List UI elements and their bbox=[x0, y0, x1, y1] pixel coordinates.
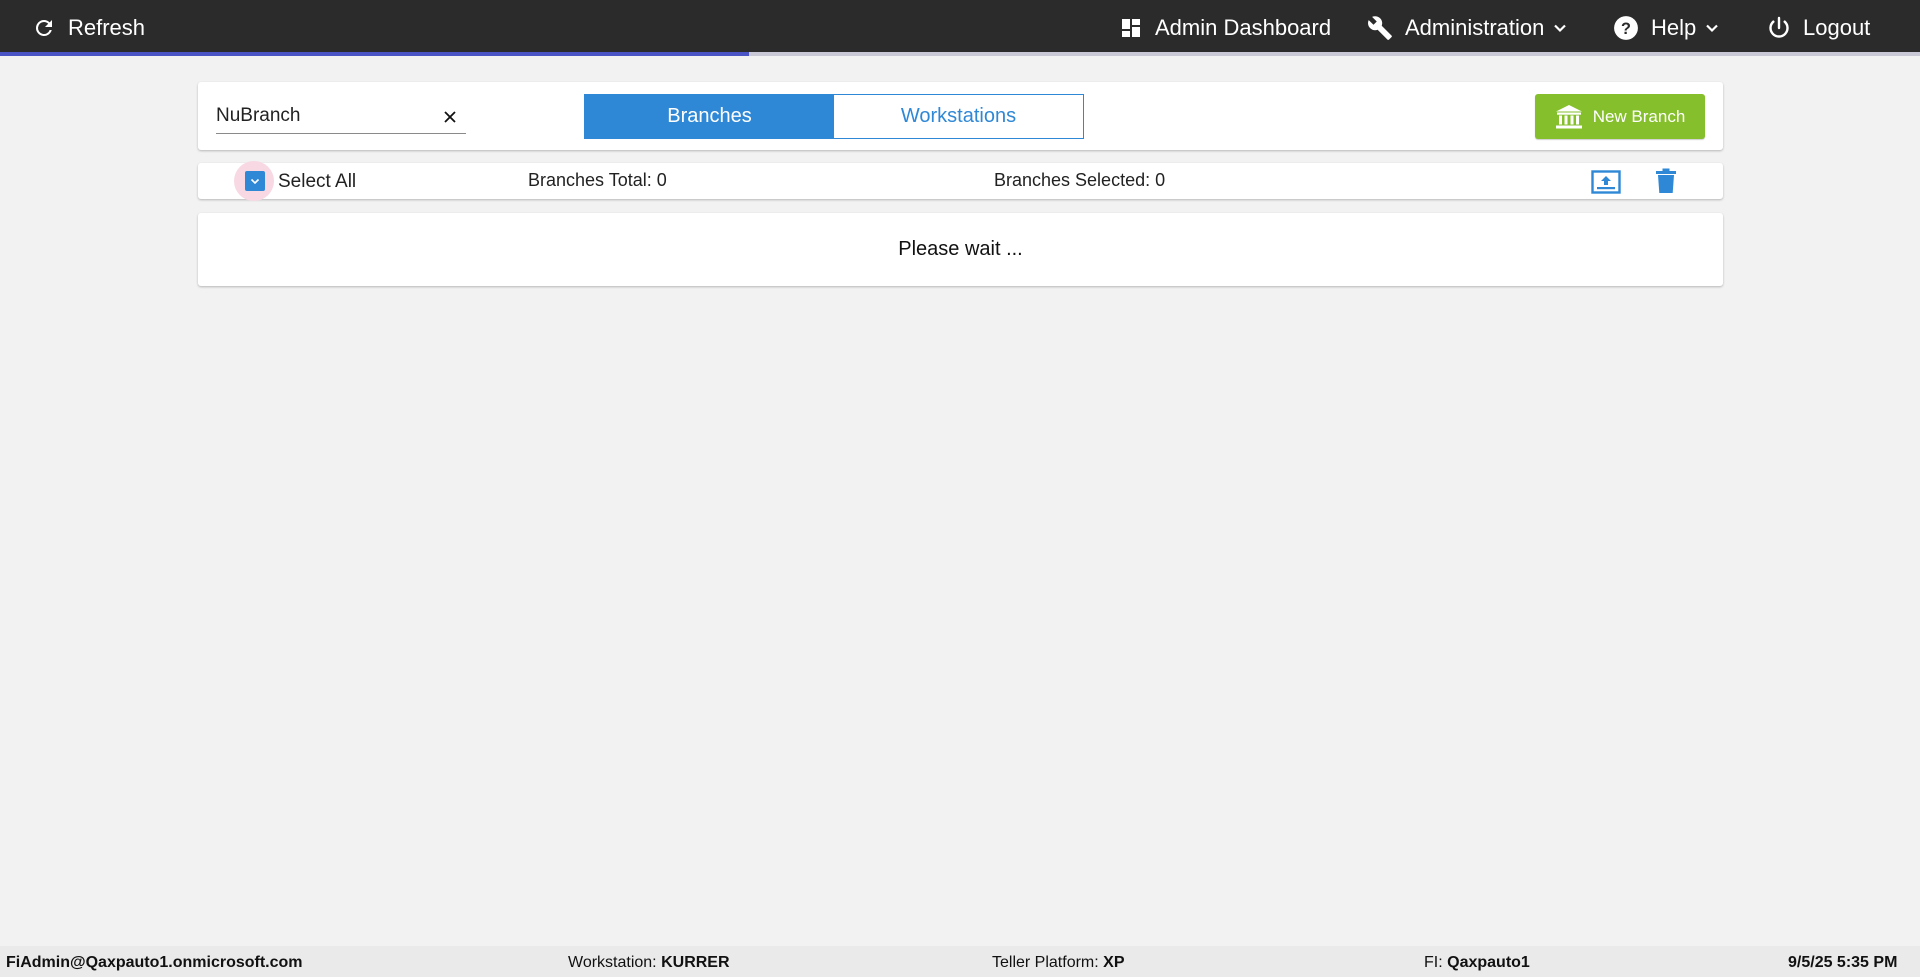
status-footer: FiAdmin@Qaxpauto1.onmicrosoft.com Workst… bbox=[0, 946, 1920, 977]
footer-fi-value: Qaxpauto1 bbox=[1447, 954, 1530, 971]
branches-selected-count: Branches Selected: 0 bbox=[994, 170, 1166, 190]
search-input[interactable] bbox=[216, 100, 436, 132]
footer-workstation-value: KURRER bbox=[661, 954, 730, 971]
bank-icon bbox=[1555, 104, 1583, 130]
admin-dashboard-link[interactable]: Admin Dashboard bbox=[1119, 0, 1331, 56]
power-icon bbox=[1767, 16, 1791, 40]
refresh-button[interactable]: Refresh bbox=[32, 0, 145, 56]
trash-icon[interactable] bbox=[1655, 168, 1677, 199]
branches-total-count: Branches Total: 0 bbox=[528, 170, 667, 190]
loading-message: Please wait ... bbox=[898, 238, 1023, 260]
wrench-icon bbox=[1367, 15, 1393, 41]
loading-progress-fill bbox=[0, 52, 749, 56]
footer-datetime: 9/5/25 5:35 PM bbox=[1788, 954, 1898, 971]
footer-workstation-label: Workstation: bbox=[568, 954, 657, 971]
footer-teller-platform-value: XP bbox=[1103, 954, 1125, 971]
footer-workstation: Workstation: KURRER bbox=[568, 954, 730, 972]
loading-progress-bar bbox=[0, 52, 1920, 56]
logout-label: Logout bbox=[1803, 15, 1871, 40]
search-field bbox=[216, 100, 466, 134]
selection-bar: Select All Branches Total: 0 Branches Se… bbox=[198, 161, 1723, 201]
new-branch-button[interactable]: New Branch bbox=[1535, 94, 1705, 139]
branch-workstation-tabs: Branches Workstations bbox=[584, 94, 1084, 139]
refresh-label: Refresh bbox=[68, 15, 146, 40]
branch-toolbar: Branches Workstations New Branch bbox=[198, 82, 1723, 150]
help-circle-icon: ? bbox=[1613, 15, 1639, 41]
refresh-icon bbox=[32, 16, 56, 40]
clear-search-icon[interactable] bbox=[442, 109, 458, 125]
footer-fi-label: FI: bbox=[1424, 954, 1443, 971]
chevron-down-icon bbox=[1704, 20, 1720, 36]
upload-icon[interactable] bbox=[1591, 170, 1621, 199]
logout-button[interactable]: Logout bbox=[1767, 0, 1870, 56]
chevron-down-icon bbox=[1552, 20, 1568, 36]
select-all-label[interactable]: Select All bbox=[278, 171, 356, 193]
top-navigation-bar: Refresh Admin Dashboard Administration ?… bbox=[0, 0, 1920, 56]
select-all-checkbox[interactable] bbox=[245, 171, 265, 191]
tab-workstations[interactable]: Workstations bbox=[834, 95, 1083, 138]
footer-user: FiAdmin@Qaxpauto1.onmicrosoft.com bbox=[6, 954, 303, 971]
footer-fi: FI: Qaxpauto1 bbox=[1424, 954, 1530, 972]
chevron-down-icon bbox=[250, 178, 260, 185]
footer-teller-platform-label: Teller Platform: bbox=[992, 954, 1099, 971]
help-label: Help bbox=[1651, 15, 1697, 40]
admin-dashboard-label: Admin Dashboard bbox=[1155, 15, 1332, 40]
footer-teller-platform: Teller Platform: XP bbox=[992, 954, 1125, 972]
administration-label: Administration bbox=[1405, 15, 1545, 40]
results-panel: Please wait ... bbox=[198, 213, 1723, 286]
help-menu[interactable]: ? Help bbox=[1613, 0, 1720, 56]
new-branch-label: New Branch bbox=[1592, 106, 1686, 126]
svg-text:?: ? bbox=[1621, 20, 1631, 38]
tab-branches[interactable]: Branches bbox=[585, 95, 834, 138]
administration-menu[interactable]: Administration bbox=[1367, 0, 1568, 56]
dashboard-grid-icon bbox=[1119, 16, 1143, 40]
